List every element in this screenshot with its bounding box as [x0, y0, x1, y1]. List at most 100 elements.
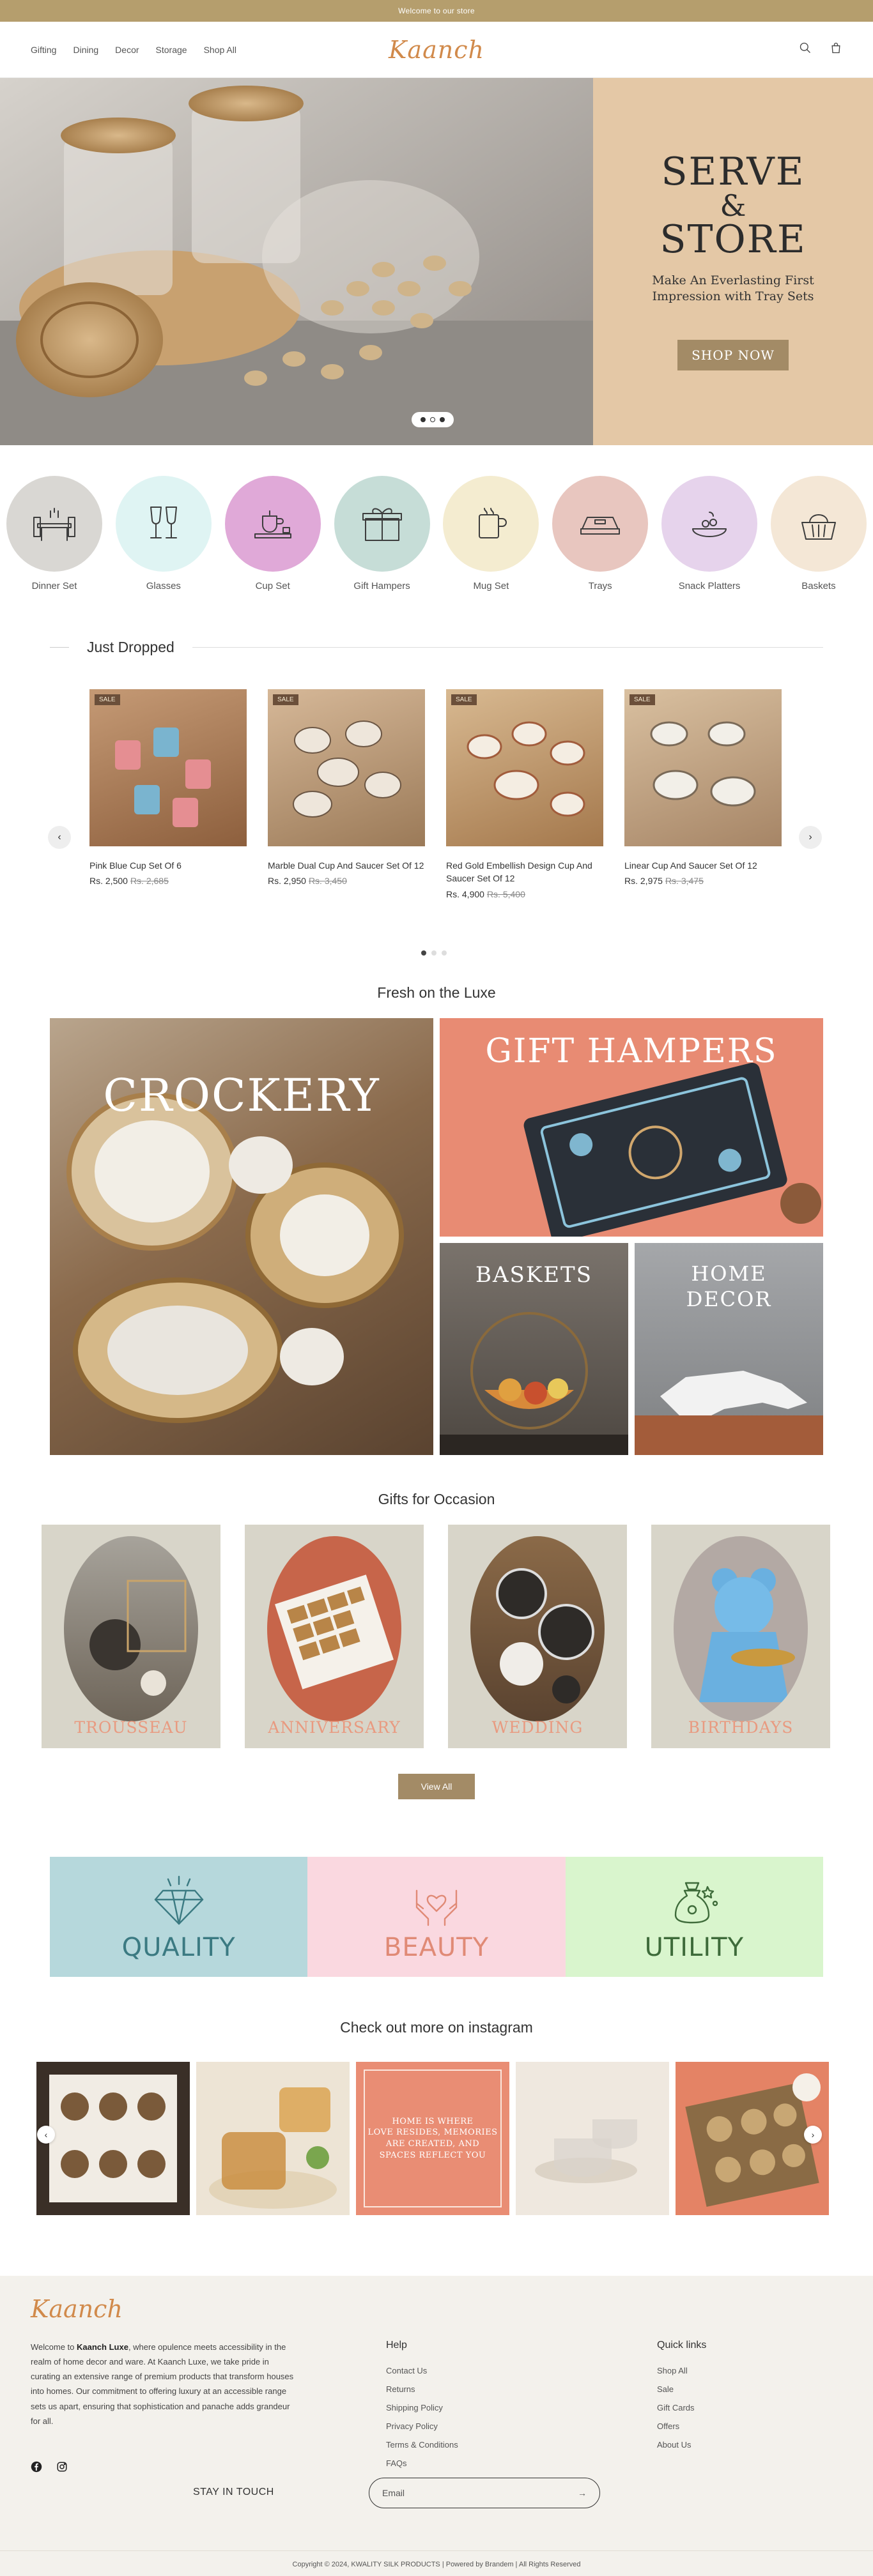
search-icon[interactable]: [799, 42, 812, 57]
carousel-dot[interactable]: [442, 950, 447, 956]
category-gift-hampers[interactable]: Gift Hampers: [334, 476, 430, 624]
product-name[interactable]: Linear Cup And Saucer Set Of 12: [624, 859, 782, 872]
category-dinner-set[interactable]: Dinner Set: [6, 476, 102, 624]
nav-shop-all[interactable]: Shop All: [204, 45, 236, 55]
facebook-icon[interactable]: [31, 2461, 42, 2476]
category-cup-set[interactable]: Cup Set: [224, 476, 321, 624]
product-image[interactable]: SALE: [446, 689, 603, 846]
category-label: Snack Platters: [678, 581, 741, 591]
quote-line: SPACES REFLECT YOU: [379, 2150, 486, 2160]
product-name[interactable]: Pink Blue Cup Set Of 6: [89, 859, 247, 872]
category-trays[interactable]: Trays: [552, 476, 649, 624]
site-logo[interactable]: Kaanch: [389, 36, 484, 64]
footer-link[interactable]: Gift Cards: [657, 2398, 706, 2417]
occasion-label: ANNIVERSARY: [268, 1718, 401, 1737]
instagram-post[interactable]: [36, 2062, 190, 2215]
slider-dot[interactable]: [440, 417, 445, 422]
snack-platter-icon[interactable]: [661, 476, 758, 572]
gift-icon[interactable]: [334, 476, 430, 572]
home-decor-tile[interactable]: HOME DECOR: [635, 1243, 823, 1455]
header-actions: [799, 42, 842, 57]
product-card[interactable]: SALE Linear Cup And Saucer Set Of 12 Rs.…: [624, 689, 782, 886]
carousel-next-button[interactable]: ›: [799, 826, 822, 849]
about-brand: Kaanch Luxe: [77, 2342, 128, 2352]
home-decor-line2: DECOR: [686, 1287, 772, 1311]
arrow-right-icon[interactable]: →: [578, 2488, 587, 2498]
occasion-image: [64, 1536, 198, 1721]
occasion-card-anniversary[interactable]: ANNIVERSARY: [245, 1525, 424, 1748]
slider-dot[interactable]: [421, 417, 426, 422]
slider-dot-active[interactable]: [430, 417, 435, 422]
footer-link[interactable]: Sale: [657, 2380, 706, 2398]
footer-quick-links: Quick links Shop All Sale Gift Cards Off…: [657, 2340, 706, 2454]
hero-image: [0, 78, 593, 445]
product-image[interactable]: SALE: [89, 689, 247, 846]
diamond-icon: [154, 1875, 203, 1925]
product-name[interactable]: Marble Dual Cup And Saucer Set Of 12: [268, 859, 425, 872]
footer-link[interactable]: Privacy Policy: [386, 2417, 458, 2435]
instagram-post[interactable]: [196, 2062, 350, 2215]
email-placeholder[interactable]: Email: [382, 2488, 405, 2498]
category-baskets[interactable]: Baskets: [770, 476, 867, 624]
nav-gifting[interactable]: Gifting: [31, 45, 56, 55]
instagram-post-quote[interactable]: HOME IS WHERE LOVE RESIDES, MEMORIES ARE…: [356, 2062, 509, 2215]
hero-slider-dots[interactable]: [412, 412, 454, 427]
tray-icon[interactable]: [552, 476, 649, 572]
email-field[interactable]: Email →: [369, 2478, 600, 2508]
carousel-dot-active[interactable]: [421, 950, 426, 956]
footer-link[interactable]: Shipping Policy: [386, 2398, 458, 2417]
footer-link[interactable]: About Us: [657, 2435, 706, 2454]
footer-link[interactable]: Shop All: [657, 2361, 706, 2380]
carousel-prev-button[interactable]: ‹: [48, 826, 71, 849]
value-utility: UTILITY: [565, 1857, 823, 1977]
carousel-dot[interactable]: [431, 950, 436, 956]
social-links: [31, 2461, 68, 2476]
nav-storage[interactable]: Storage: [156, 45, 187, 55]
product-image[interactable]: SALE: [624, 689, 782, 846]
wine-glasses-icon[interactable]: [115, 476, 212, 572]
product-image[interactable]: SALE: [268, 689, 425, 846]
site-header: Gifting Dining Decor Storage Shop All Ka…: [0, 22, 873, 78]
category-glasses[interactable]: Glasses: [115, 476, 212, 624]
occasion-card-trousseau[interactable]: TROUSSEAU: [42, 1525, 220, 1748]
nav-dining[interactable]: Dining: [73, 45, 98, 55]
footer-link[interactable]: Contact Us: [386, 2361, 458, 2380]
footer-link[interactable]: Terms & Conditions: [386, 2435, 458, 2454]
baskets-tile[interactable]: BASKETS: [440, 1243, 628, 1455]
category-label: Trays: [588, 581, 612, 591]
view-all-button[interactable]: View All: [398, 1774, 475, 1799]
footer-link[interactable]: Returns: [386, 2380, 458, 2398]
instagram-icon[interactable]: [56, 2461, 68, 2476]
footer-link[interactable]: Offers: [657, 2417, 706, 2435]
sale-badge: SALE: [273, 694, 298, 705]
product-card[interactable]: SALE Marble Dual Cup And Saucer Set Of 1…: [268, 689, 425, 886]
baskets-label: BASKETS: [475, 1262, 593, 1288]
crockery-tile[interactable]: CROCKERY: [50, 1018, 433, 1455]
category-snack-platters[interactable]: Snack Platters: [661, 476, 758, 624]
footer-logo[interactable]: Kaanch: [31, 2295, 123, 2323]
shop-now-button[interactable]: SHOP NOW: [677, 340, 789, 371]
product-card[interactable]: SALE Red Gold Embellish Design Cup And S…: [446, 689, 603, 899]
tea-set-icon[interactable]: [224, 476, 321, 572]
instagram-title: Check out more on instagram: [340, 2019, 533, 2036]
product-name[interactable]: Red Gold Embellish Design Cup And Saucer…: [446, 859, 603, 885]
instagram-next-button[interactable]: ›: [804, 2126, 822, 2144]
cart-icon[interactable]: [830, 42, 842, 57]
about-text: , where opulence meets accessibility in …: [31, 2342, 294, 2426]
gift-hampers-tile[interactable]: GIFT HAMPERS: [440, 1018, 823, 1237]
instagram-post[interactable]: [516, 2062, 669, 2215]
occasion-card-wedding[interactable]: WEDDING: [448, 1525, 627, 1748]
home-decor-line1: HOME: [691, 1261, 767, 1286]
category-label: Dinner Set: [31, 581, 77, 591]
instagram-prev-button[interactable]: ‹: [37, 2126, 55, 2144]
hands-heart-icon: [415, 1889, 458, 1926]
product-card[interactable]: SALE Pink Blue Cup Set Of 6 Rs. 2,500 Rs.…: [89, 689, 247, 886]
occasion-image: [674, 1536, 808, 1721]
category-mug-set[interactable]: Mug Set: [443, 476, 539, 624]
footer-link[interactable]: FAQs: [386, 2454, 458, 2473]
dining-table-icon[interactable]: [6, 476, 102, 572]
nav-decor[interactable]: Decor: [115, 45, 139, 55]
mug-icon[interactable]: [443, 476, 539, 572]
occasion-card-birthdays[interactable]: BIRTHDAYS: [651, 1525, 830, 1748]
basket-icon[interactable]: [770, 476, 867, 572]
